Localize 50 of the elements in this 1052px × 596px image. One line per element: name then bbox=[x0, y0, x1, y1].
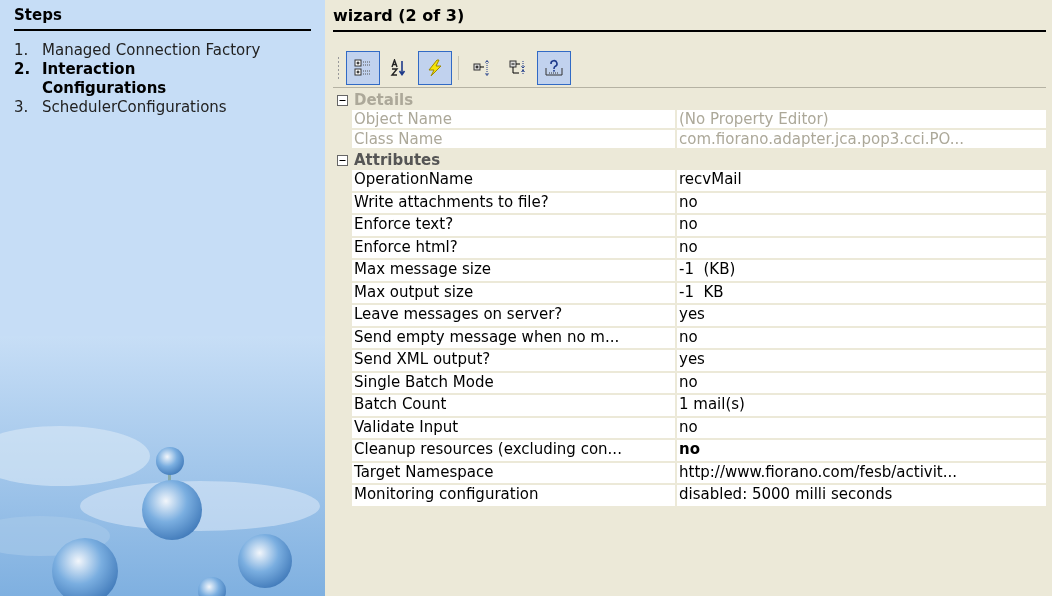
property-name: Enforce html? bbox=[352, 237, 677, 260]
property-value[interactable]: yes bbox=[677, 305, 1046, 328]
property-name: Send empty message when no m... bbox=[352, 327, 677, 350]
collapse-icon[interactable] bbox=[337, 154, 348, 166]
property-value[interactable]: yes bbox=[677, 350, 1046, 373]
property-name: Target Namespace bbox=[352, 462, 677, 485]
toolbar-grip-icon bbox=[337, 56, 340, 79]
lightning-icon bbox=[426, 58, 444, 77]
step-item[interactable]: 2. Interaction Configurations bbox=[14, 59, 311, 98]
property-name: Max message size bbox=[352, 260, 677, 283]
property-name: Single Batch Mode bbox=[352, 372, 677, 395]
property-name: Send XML output? bbox=[352, 350, 677, 373]
property-name: Write attachments to file? bbox=[352, 192, 677, 215]
step-item[interactable]: 1. Managed Connection Factory bbox=[14, 40, 311, 60]
sort-az-icon bbox=[390, 58, 408, 77]
category-header: Attributes bbox=[354, 149, 441, 171]
categorized-icon bbox=[354, 58, 372, 77]
property-name: Class Name bbox=[352, 130, 677, 150]
property-value[interactable]: 1 mail(s) bbox=[677, 395, 1046, 418]
property-value[interactable]: recvMail bbox=[677, 170, 1046, 193]
property-value[interactable]: no bbox=[677, 327, 1046, 350]
property-value[interactable]: no bbox=[677, 417, 1046, 440]
help-icon bbox=[545, 58, 563, 77]
property-value[interactable]: -1 KB bbox=[677, 282, 1046, 305]
collapse-all-icon bbox=[509, 58, 527, 77]
wizard-title: wizard (2 of 3) bbox=[333, 0, 1046, 32]
property-name: Cleanup resources (excluding con... bbox=[352, 440, 677, 463]
steps-title: Steps bbox=[14, 4, 311, 31]
property-value[interactable]: no bbox=[677, 237, 1046, 260]
property-value[interactable]: no bbox=[677, 372, 1046, 395]
property-name: Batch Count bbox=[352, 395, 677, 418]
toolbar-button[interactable] bbox=[418, 50, 452, 85]
property-name: Enforce text? bbox=[352, 215, 677, 238]
property-name: Max output size bbox=[352, 282, 677, 305]
property-name: Object Name bbox=[352, 110, 677, 130]
step-item[interactable]: 3. SchedulerConfigurations bbox=[14, 97, 311, 117]
property-value[interactable]: no bbox=[677, 215, 1046, 238]
category-header: Details bbox=[354, 89, 414, 111]
property-value[interactable]: http://www.fiorano.com/fesb/activit... bbox=[677, 462, 1046, 485]
toolbar-button[interactable] bbox=[346, 50, 380, 85]
property-name: Validate Input bbox=[352, 417, 677, 440]
property-value[interactable]: no bbox=[677, 192, 1046, 215]
expand-all-icon bbox=[473, 58, 491, 77]
property-value[interactable]: -1 (KB) bbox=[677, 260, 1046, 283]
toolbar-button[interactable] bbox=[537, 50, 571, 85]
property-name: Leave messages on server? bbox=[352, 305, 677, 328]
property-name: OperationName bbox=[352, 170, 677, 193]
property-value[interactable]: no bbox=[677, 440, 1046, 463]
property-value[interactable]: disabled: 5000 milli seconds bbox=[677, 485, 1046, 508]
property-name: Monitoring configuration bbox=[352, 485, 677, 508]
